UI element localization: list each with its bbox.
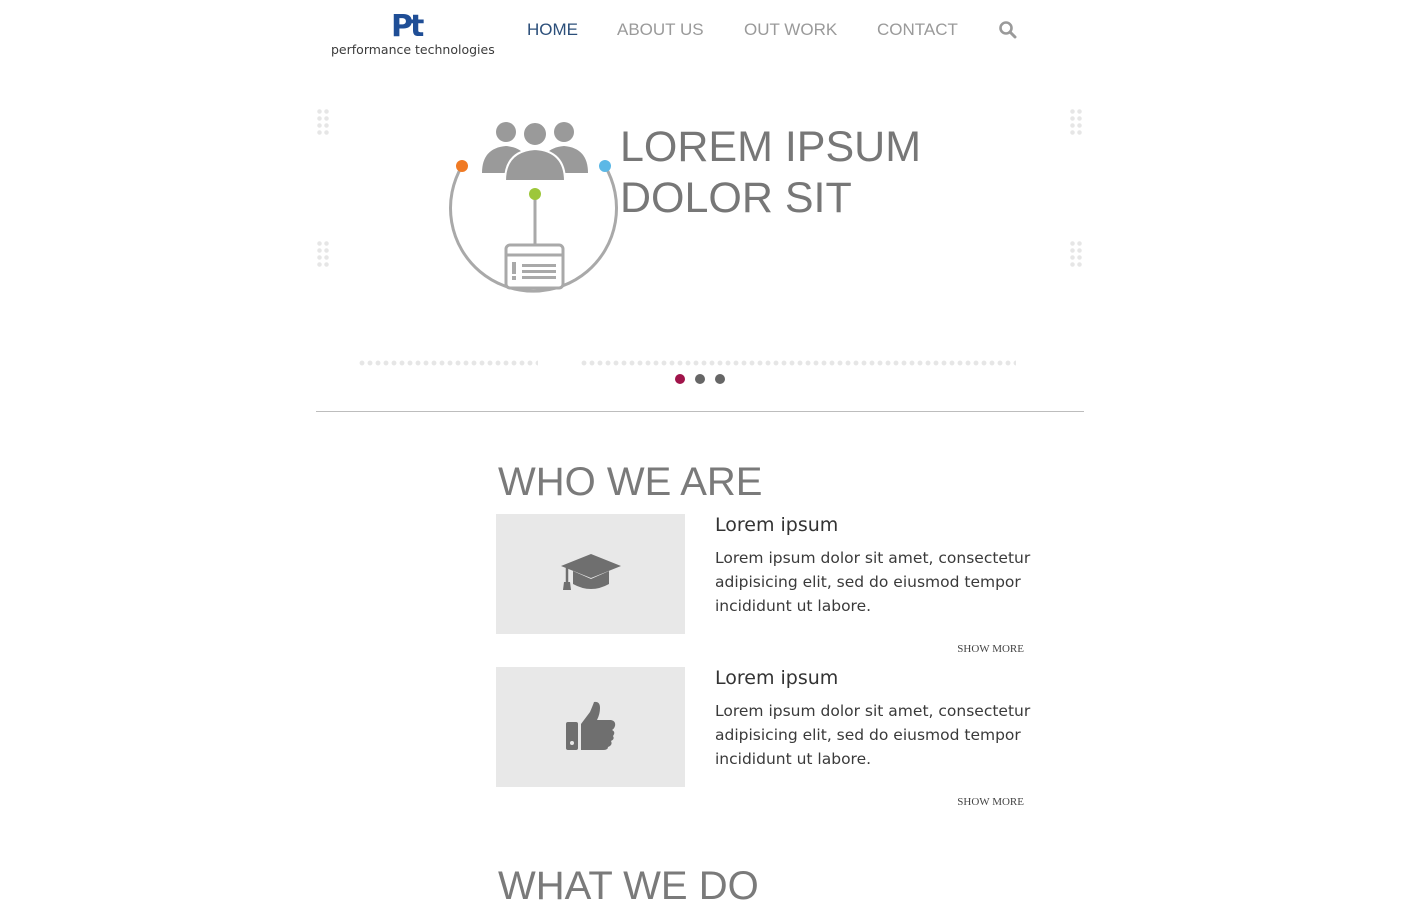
carousel-dot-3[interactable] xyxy=(715,374,725,384)
hero-title-line2: DOLOR SIT xyxy=(620,174,852,222)
nav-contact[interactable]: CONTACT xyxy=(877,20,958,40)
decorative-dots xyxy=(1069,240,1083,268)
logo-text: performance technologies xyxy=(331,42,495,57)
carousel-pagination xyxy=(675,374,735,384)
search-icon[interactable] xyxy=(998,20,1018,40)
hero-title-line1: LOREM IPSUM xyxy=(620,123,922,171)
card-heading: Lorem ipsum xyxy=(715,667,839,689)
hero-title: LOREM IPSUM DOLOR SIT xyxy=(620,122,1040,224)
section-divider xyxy=(316,411,1084,412)
decorative-dots xyxy=(316,240,330,268)
nav-about-us[interactable]: ABOUT US xyxy=(617,20,704,40)
decorative-dots xyxy=(1069,108,1083,136)
card-thumbnail xyxy=(496,667,685,787)
what-we-do-title: WHAT WE DO xyxy=(498,864,759,908)
decorative-dots xyxy=(580,360,1016,366)
nav-our-work[interactable]: OUT WORK xyxy=(744,20,837,40)
card-heading: Lorem ipsum xyxy=(715,514,839,536)
card-body: Lorem ipsum dolor sit amet, consectetur … xyxy=(715,549,1031,615)
card-thumbnail xyxy=(496,514,685,634)
show-more-link[interactable]: SHOW MORE xyxy=(940,796,1024,808)
team-network-icon xyxy=(445,118,625,293)
main-nav: HOME ABOUT US OUT WORK CONTACT xyxy=(0,20,1402,40)
carousel-dot-1[interactable] xyxy=(675,374,685,384)
card-body: Lorem ipsum dolor sit amet, consectetur … xyxy=(715,702,1031,768)
decorative-dots xyxy=(358,360,538,366)
thumbs-up-icon xyxy=(565,701,615,750)
nav-home[interactable]: HOME xyxy=(527,20,578,40)
show-more-link[interactable]: SHOW MORE xyxy=(940,643,1024,655)
graduation-cap-icon xyxy=(560,554,621,590)
carousel-dot-2[interactable] xyxy=(695,374,705,384)
who-we-are-title: WHO WE ARE xyxy=(498,460,763,504)
decorative-dots xyxy=(316,108,330,136)
